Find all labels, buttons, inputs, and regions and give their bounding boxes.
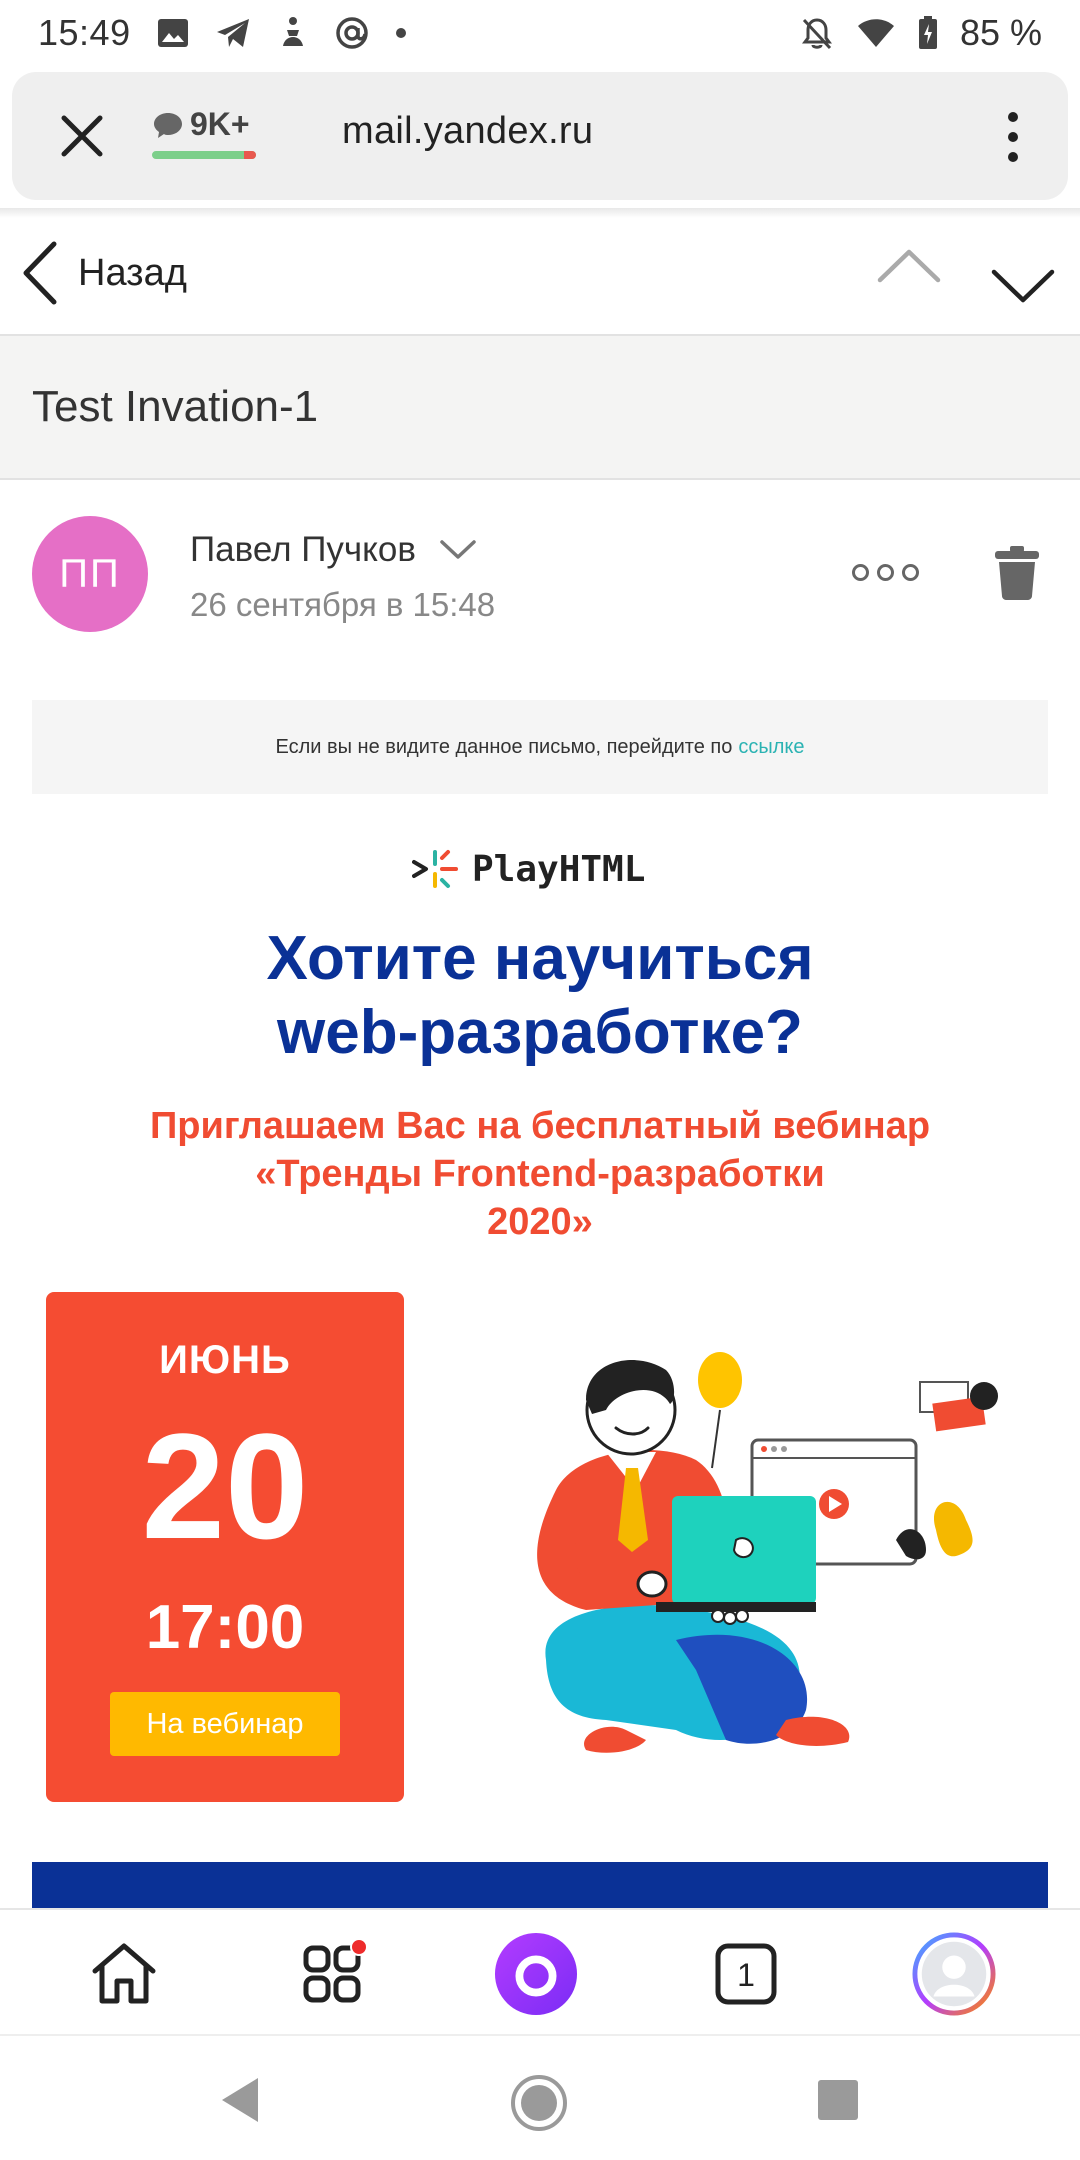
comments-counter[interactable]: 9K+ [152,106,256,159]
headline-line: web-разработке? [277,998,803,1067]
notification-dot-icon [395,27,407,39]
playhtml-logo-icon [412,850,458,888]
status-bar: 15:49 85 % [0,0,1080,66]
circle-home-icon [511,2075,567,2131]
comments-progress-bar [152,151,256,159]
menu-dot [1008,132,1018,142]
gallery-icon [157,18,189,48]
services-button[interactable] [290,1932,374,2016]
event-date-card: ИЮНЬ 20 17:00 На вебинар [46,1292,404,1802]
developer-illustration [456,1340,1016,1780]
tabs-count: 1 [737,1957,755,1993]
comment-bubble-icon [154,112,182,138]
wifi-icon [856,17,896,49]
battery-level: 85 % [959,12,1042,53]
mail-navigation: Назад [0,218,1080,336]
home-button[interactable] [82,1932,166,2016]
alice-icon [494,1932,578,2016]
notice-text: Если вы не видите данное письмо, перейди… [275,735,733,758]
view-in-browser-link[interactable]: ссылке [738,736,804,759]
close-tab-button[interactable] [58,112,106,160]
subheadline: Приглашаем Вас на бесплатный вебинар «Тр… [0,1102,1080,1246]
triangle-back-icon [222,2078,258,2122]
battery-icon [918,16,938,50]
back-label: Назад [78,251,187,294]
system-home-button[interactable] [510,2074,568,2137]
event-time: 17:00 [145,1593,305,1662]
chevron-down-icon [991,269,1055,303]
notification-badge [350,1938,368,1956]
profile-button[interactable] [912,1932,996,2016]
sender-name-row[interactable]: Павел Пучков [190,530,478,570]
url-text[interactable]: mail.yandex.ru [342,110,593,153]
profile-avatar-icon [912,1932,996,2016]
email-subject: Test Invation-1 [0,336,1080,480]
accessibility-icon [277,16,309,50]
divider [0,208,1080,218]
next-email-button[interactable] [990,246,1056,311]
more-dot [852,564,869,581]
join-webinar-button[interactable]: На вебинар [110,1692,340,1756]
more-dot [877,564,894,581]
tabs-button[interactable]: 1 [704,1932,788,2016]
chevron-up-icon [877,249,941,283]
event-day: 20 [141,1402,309,1570]
chevron-left-icon [23,241,57,305]
telegram-icon [215,17,251,49]
logo-name: PlayHTML [472,848,646,890]
subheadline-line: Приглашаем Вас на бесплатный вебинар [149,1105,931,1147]
avatar[interactable]: ПП [32,516,148,632]
system-recents-button[interactable] [818,2080,858,2120]
chevron-down-icon [440,540,476,559]
sender-info: ПП Павел Пучков 26 сентября в 15:48 [0,480,1080,690]
menu-dot [1008,112,1018,122]
status-time: 15:49 [38,12,131,53]
previous-email-button[interactable] [876,246,942,291]
headline: Хотите научиться web-разработке? [0,922,1080,1070]
close-icon [61,115,103,157]
headline-line: Хотите научиться [266,924,814,993]
browser-menu-button[interactable] [1008,112,1018,162]
browser-address-bar: 9K+ mail.yandex.ru [12,72,1068,200]
back-button[interactable]: Назад [20,240,187,306]
subheadline-line: «Тренды Frontend-разработки [255,1153,825,1195]
email-date: 26 сентября в 15:48 [190,586,496,623]
more-actions-button[interactable] [852,564,919,581]
delete-button[interactable] [994,546,1040,605]
playhtml-logo: PlayHTML [412,848,645,890]
mute-notifications-icon [800,16,834,50]
more-dot [902,564,919,581]
tabs-icon: 1 [715,1943,777,2005]
home-icon [92,1943,156,2004]
system-navigation-bar [0,2034,1080,2160]
view-in-browser-notice: Если вы не видите данное письмо, перейди… [32,700,1048,794]
sender-name: Павел Пучков [190,530,416,569]
at-sign-icon [335,16,369,50]
system-back-button[interactable] [218,2076,262,2129]
email-footer-band [32,1862,1048,1912]
event-month: ИЮНЬ [159,1338,291,1382]
subheadline-line: 2020» [487,1201,593,1243]
comments-count: 9K+ [190,106,250,142]
menu-dot [1008,152,1018,162]
alice-assistant-button[interactable] [494,1932,578,2016]
browser-bottom-toolbar: 1 [0,1908,1080,2034]
trash-icon [995,546,1039,600]
